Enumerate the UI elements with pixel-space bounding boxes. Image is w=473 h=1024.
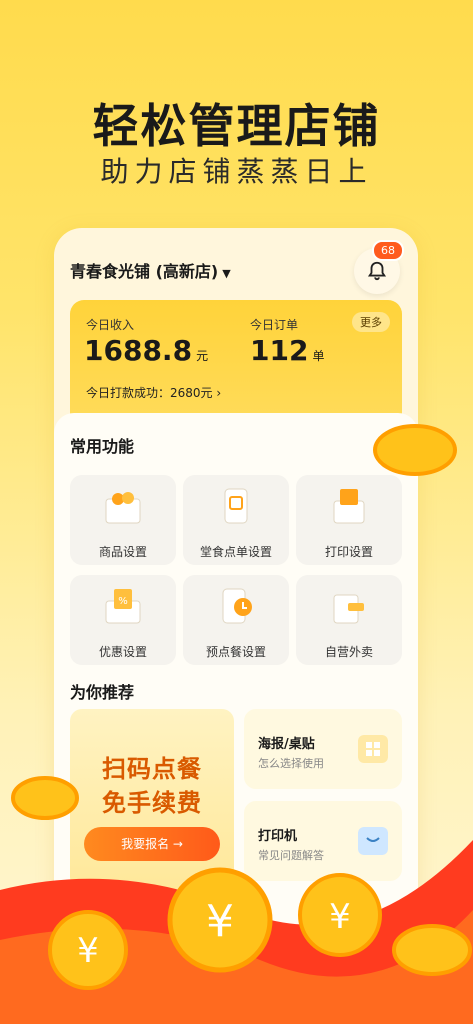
tile-dine-in-settings[interactable]: 堂食点单设置 xyxy=(183,475,289,565)
delivery-icon xyxy=(333,594,364,624)
tile-label: 优惠设置 xyxy=(98,645,147,659)
card-poster[interactable]: 海报/桌贴 怎么选择使用 xyxy=(244,709,402,789)
printer-icon xyxy=(333,489,365,524)
tile-label: 预点餐设置 xyxy=(205,645,266,659)
store-selector[interactable]: 青春食光铺 (高新店) ▼ xyxy=(70,258,231,282)
orders-unit: 单 xyxy=(312,349,325,363)
tile-product-settings[interactable]: 商品设置 xyxy=(70,475,176,565)
notification-button[interactable]: 68 xyxy=(354,240,404,294)
tile-label: 打印设置 xyxy=(324,545,373,559)
income-unit: 元 xyxy=(196,349,209,363)
tile-print-settings[interactable]: 打印设置 xyxy=(296,475,402,565)
tile-preorder-settings[interactable]: 预点餐设置 xyxy=(183,575,289,665)
svg-text:¥: ¥ xyxy=(77,931,99,971)
more-button[interactable]: 更多 xyxy=(352,312,390,332)
income-value: 1688.8 元 xyxy=(84,334,208,367)
tile-delivery[interactable]: 自营外卖 xyxy=(296,575,402,665)
orders-value: 112 单 xyxy=(250,334,324,367)
phone-order-icon xyxy=(224,488,248,524)
clock-order-icon xyxy=(222,588,252,624)
orders-label: 今日订单 xyxy=(250,318,299,332)
hero-title: 轻松管理店铺 xyxy=(92,99,381,153)
svg-text:¥: ¥ xyxy=(329,897,351,937)
bell-icon xyxy=(367,261,387,281)
promo-line-2: 免手续费 xyxy=(102,789,202,817)
tile-label: 商品设置 xyxy=(98,545,147,559)
income-label: 今日收入 xyxy=(86,318,135,332)
tile-label: 堂食点单设置 xyxy=(199,545,272,559)
tile-discount-settings[interactable]: % 优惠设置 xyxy=(70,575,176,665)
coin-icon: ¥ xyxy=(48,910,128,990)
floating-coin-icon xyxy=(373,424,457,476)
recommend-title: 为你推荐 xyxy=(70,683,135,702)
coin-icon: ¥ xyxy=(298,873,382,957)
card-title: 海报/桌贴 xyxy=(258,737,315,752)
caret-down-icon: ▼ xyxy=(222,267,231,280)
poster-icon xyxy=(358,735,388,763)
box-icon xyxy=(105,492,141,524)
coin-icon xyxy=(392,924,472,976)
orders-amount: 112 xyxy=(250,334,309,367)
card-subtitle: 怎么选择使用 xyxy=(258,757,324,770)
store-name: 青春食光铺 (高新店) xyxy=(70,262,219,281)
floating-coin-icon xyxy=(11,776,79,820)
svg-text:%: % xyxy=(118,596,128,607)
stats-card: 今日收入 1688.8 元 今日订单 112 单 更多 今日打款成功：2680元 › xyxy=(70,300,402,430)
hero-subtitle: 助力店铺蒸蒸日上 xyxy=(100,155,373,188)
coin-icon: ¥ xyxy=(167,867,273,973)
payout-text: 今日打款成功：2680元 xyxy=(86,386,213,400)
decorative-ribbon-coins: ¥ ¥ ¥ xyxy=(0,840,473,1024)
svg-text:¥: ¥ xyxy=(206,896,234,947)
tile-label: 自营外卖 xyxy=(324,645,373,659)
coupon-icon: % xyxy=(105,589,141,624)
common-functions-title: 常用功能 xyxy=(70,437,135,456)
promo-line-1: 扫码点餐 xyxy=(102,755,202,783)
chevron-right-icon: › xyxy=(216,386,222,400)
income-amount: 1688.8 xyxy=(84,334,193,367)
notification-badge: 68 xyxy=(372,240,404,261)
payout-link[interactable]: 今日打款成功：2680元 › xyxy=(86,384,221,401)
